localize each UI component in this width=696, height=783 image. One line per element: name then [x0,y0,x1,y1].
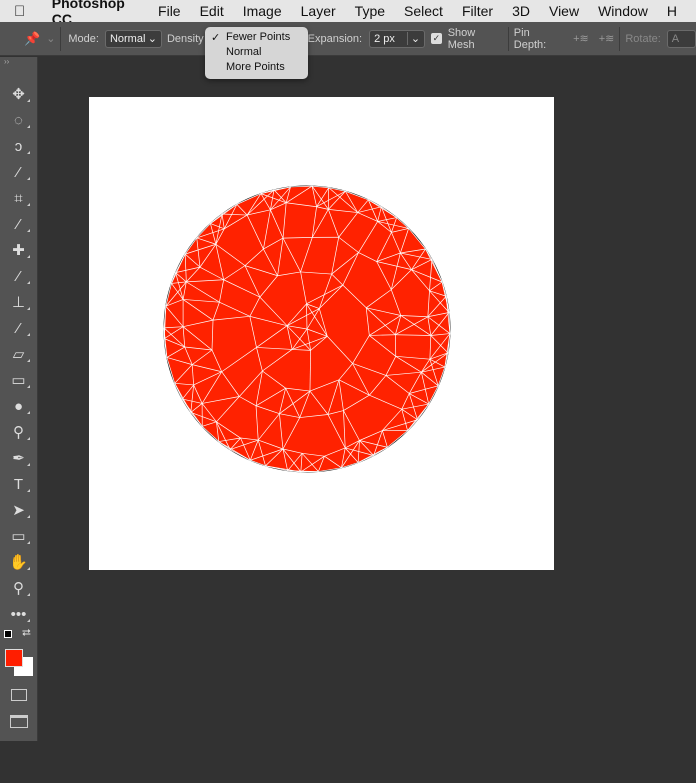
divider [619,26,621,51]
move-icon: ✥ [12,86,25,103]
menu-select[interactable]: Select [404,3,443,19]
gradient-icon: ▭ [11,372,26,389]
rotate-value: A [671,32,680,45]
zoom-icon: ⚲ [13,580,24,597]
stamp-icon: ⊥ [11,294,26,311]
screen-mode-icon[interactable] [9,715,28,728]
hand-tool[interactable]: ✋ [0,549,37,575]
menu-view[interactable]: View [549,3,579,19]
divider [60,26,62,51]
density-label: Density [166,32,204,45]
option-label: Fewer Points [226,31,291,43]
menu-filter[interactable]: Filter [462,3,493,19]
dodge-icon: ⚲ [13,424,24,441]
checkmark-icon: ✓ [211,32,221,44]
document-canvas[interactable] [89,97,554,570]
blur-icon: ● [13,397,24,415]
grip-icon[interactable] [0,67,37,81]
pin-depth-label: Pin Depth: [513,26,547,51]
lasso-icon: ↄ [14,137,23,155]
mode-value: Normal [109,32,146,45]
path-selection-tool[interactable]: ➤ [0,497,37,523]
puppet-warp-mesh[interactable] [89,97,554,570]
expansion-value: 2 px [374,32,395,45]
blur-tool[interactable]: ● [0,393,37,419]
stamp-tool[interactable]: ⊥ [0,289,37,315]
menu-file[interactable]: File [158,3,181,19]
crop-tool[interactable]: ⌗ [0,185,37,211]
type-tool[interactable]: T [0,471,37,497]
zoom-tool[interactable]: ⚲ [0,575,37,601]
hand-icon: ✋ [9,554,28,571]
density-dropdown: ✓ Fewer Points Normal More Points [205,27,308,79]
healing-icon: ✚ [12,242,25,259]
brush-tool[interactable]: ⁄ [0,263,37,289]
menu-help[interactable]: H [667,3,677,19]
rotate-label: Rotate: [625,32,661,45]
pin-backward-icon[interactable]: +≋ [599,32,615,45]
dodge-tool[interactable]: ⚲ [0,419,37,445]
eyedropper-icon: ⁄ [17,215,20,233]
foreground-color-swatch[interactable] [5,649,23,667]
more-icon: ••• [10,605,27,623]
menu-bar:  Photoshop CC File Edit Image Layer Typ… [0,0,696,27]
swap-colors-icon[interactable]: ⮂ [22,627,31,640]
lasso-tool[interactable]: ↄ [0,133,37,159]
show-mesh-label[interactable]: Show Mesh [448,27,503,51]
puppet-pin-icon[interactable]: 📌 [24,31,40,47]
crop-icon: ⌗ [14,189,23,207]
path-selection-icon: ➤ [12,502,25,519]
default-colors-icon[interactable] [4,630,12,638]
menu-layer[interactable]: Layer [301,3,336,19]
options-bar: 📌 ⌄ Mode: Normal ⌄ Density Expansion: 2 p… [0,22,696,56]
rectangle-tool[interactable]: ▭ [0,523,37,549]
apple-icon[interactable]:  [14,3,34,20]
marquee-icon: ◌ [14,111,23,129]
density-option-normal[interactable]: Normal [205,46,308,61]
magic-wand-icon: ⁄ [17,163,20,181]
marquee-tool[interactable]: ◌ [0,107,37,133]
more-tool[interactable]: ••• [0,601,37,627]
eraser-icon: ▱ [12,346,25,363]
eyedropper-tool[interactable]: ⁄ [0,211,37,237]
move-tool[interactable]: ✥ [0,81,37,107]
tool-preset-chevron-icon[interactable]: ⌄ [46,32,55,45]
pen-icon: ✒ [12,450,25,467]
divider [507,26,509,51]
collapse-icon[interactable]: ›› [0,57,37,67]
history-brush-icon: ⁄ [17,319,20,337]
expansion-label: Expansion: [307,32,363,45]
brush-icon: ⁄ [17,267,20,285]
type-icon: T [13,475,24,493]
expansion-input[interactable]: 2 px ⌄ [369,29,426,48]
menu-window[interactable]: Window [598,3,648,19]
chevron-down-icon: ⌄ [147,33,157,45]
tools-panel: ›› ✥ ◌ ↄ ⁄ ⌗ ⁄ ✚ ⁄ ⊥ ⁄ ▱ ▭ ● ⚲ ✒ T ➤ ▭ ✋ ⚲ ••• ⮂ [0,57,38,741]
show-mesh-checkbox[interactable]: ✓ [431,33,442,44]
healing-tool[interactable]: ✚ [0,237,37,263]
rotate-select[interactable]: A [666,29,696,48]
menu-image[interactable]: Image [243,3,282,19]
density-option-fewer[interactable]: ✓ Fewer Points [205,31,308,46]
history-brush-tool[interactable]: ⁄ [0,315,37,341]
mode-select[interactable]: Normal ⌄ [104,29,162,48]
menu-type[interactable]: Type [355,3,385,19]
eraser-tool[interactable]: ▱ [0,341,37,367]
gradient-tool[interactable]: ▭ [0,367,37,393]
menu-3d[interactable]: 3D [512,3,530,19]
magic-wand-tool[interactable]: ⁄ [0,159,37,185]
chevron-down-icon: ⌄ [406,32,420,45]
density-option-more[interactable]: More Points [205,61,308,76]
pen-tool[interactable]: ✒ [0,445,37,471]
mode-label: Mode: [68,32,99,45]
color-swatches: ⮂ [0,627,37,687]
quick-mask-icon[interactable] [10,689,27,701]
pin-forward-icon[interactable]: +≋ [573,32,589,45]
menu-edit[interactable]: Edit [200,3,224,19]
rectangle-icon: ▭ [11,528,26,545]
